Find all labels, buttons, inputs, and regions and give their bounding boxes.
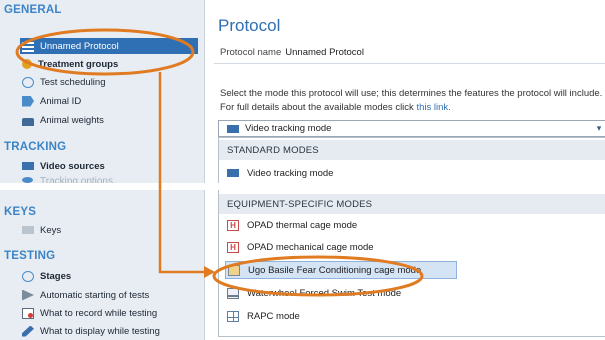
sidebar-item-label: Video sources xyxy=(40,160,105,172)
waterwheel-icon xyxy=(227,287,239,299)
option-rapc[interactable]: RAPC mode xyxy=(227,307,300,325)
protocol-name-label: Protocol name xyxy=(220,47,282,58)
chevron-down-icon[interactable]: ▾ xyxy=(593,122,605,135)
mode-dropdown-list: STANDARD MODES Video tracking mode EQUIP… xyxy=(218,137,605,337)
rapc-icon xyxy=(227,310,239,322)
option-label: OPAD thermal cage mode xyxy=(247,219,358,231)
section-testing: TESTING xyxy=(4,250,56,262)
option-opad-mechanical[interactable]: H OPAD mechanical cage mode xyxy=(227,238,374,256)
mode-select[interactable]: Video tracking mode ▾ xyxy=(218,120,605,137)
list-icon xyxy=(22,40,34,52)
sidebar-item-animal-id[interactable]: Animal ID xyxy=(22,93,198,109)
sidebar-item-keys[interactable]: Keys xyxy=(22,222,198,238)
fear-conditioning-cage-icon xyxy=(228,264,240,276)
section-general: GENERAL xyxy=(4,4,62,16)
sidebar-item-label: What to record while testing xyxy=(40,307,158,319)
video-icon xyxy=(227,124,239,133)
sidebar: GENERAL Unnamed Protocol Treatment group… xyxy=(0,0,205,340)
option-waterwheel[interactable]: Waterwheel Forced Swim Test mode xyxy=(227,284,401,302)
section-tracking: TRACKING xyxy=(4,141,67,153)
option-label: Video tracking mode xyxy=(247,167,334,179)
mode-description: Select the mode this protocol will use; … xyxy=(220,87,605,115)
sidebar-item-label: Automatic starting of tests xyxy=(40,289,150,301)
section-keys: KEYS xyxy=(4,206,37,218)
sidebar-item-treatment-groups[interactable]: Treatment groups xyxy=(22,56,198,72)
video-icon xyxy=(22,162,34,170)
option-ugo-basile[interactable]: Ugo Basile Fear Conditioning cage mode xyxy=(225,261,457,279)
description-text: For full details about the available mod… xyxy=(220,102,414,113)
protocol-name-row: Protocol name xyxy=(214,42,605,64)
page-title: Protocol xyxy=(218,16,281,35)
group-header-equipment: EQUIPMENT-SPECIFIC MODES xyxy=(219,194,605,214)
tag-icon xyxy=(22,95,34,107)
mode-select-value: Video tracking mode xyxy=(245,123,332,134)
description-line-1: Select the mode this protocol will use; … xyxy=(220,88,603,99)
sidebar-item-label: Treatment groups xyxy=(38,58,119,70)
sidebar-item-unnamed-protocol[interactable]: Unnamed Protocol xyxy=(20,38,198,54)
sidebar-item-video-sources[interactable]: Video sources xyxy=(22,158,198,174)
sidebar-item-what-to-record[interactable]: What to record while testing xyxy=(22,305,198,321)
sidebar-item-label: Keys xyxy=(40,224,62,236)
main-panel: Protocol Protocol name Select the mode t… xyxy=(206,0,605,340)
clock-icon xyxy=(22,76,34,88)
sidebar-item-label: Animal weights xyxy=(40,114,104,126)
sidebar-item-label: Animal ID xyxy=(40,95,82,107)
scale-icon xyxy=(22,117,34,126)
sidebar-item-label: Stages xyxy=(40,270,72,282)
sidebar-item-label: Unnamed Protocol xyxy=(40,40,119,52)
play-icon xyxy=(22,289,34,301)
option-opad-thermal[interactable]: H OPAD thermal cage mode xyxy=(227,216,357,234)
modes-help-link[interactable]: this link. xyxy=(416,102,450,113)
option-video-tracking[interactable]: Video tracking mode xyxy=(227,164,333,182)
option-label: Ugo Basile Fear Conditioning cage mode xyxy=(248,264,422,276)
option-label: Waterwheel Forced Swim Test mode xyxy=(247,287,402,299)
sidebar-item-animal-weights[interactable]: Animal weights xyxy=(22,112,198,128)
group-header-standard: STANDARD MODES xyxy=(219,140,605,160)
stages-icon xyxy=(22,270,34,282)
sidebar-item-test-scheduling[interactable]: Test scheduling xyxy=(22,74,198,90)
image-cut-strip xyxy=(0,183,605,190)
option-label: RAPC mode xyxy=(247,310,300,322)
pen-icon xyxy=(22,325,34,337)
opad-thermal-icon: H xyxy=(227,219,239,231)
sidebar-item-automatic-starting[interactable]: Automatic starting of tests xyxy=(22,287,198,303)
sidebar-item-label: Test scheduling xyxy=(40,76,106,88)
keyboard-icon xyxy=(22,226,34,234)
protocol-name-input[interactable] xyxy=(285,47,486,58)
record-icon xyxy=(22,307,34,319)
video-icon xyxy=(227,169,239,177)
sidebar-item-stages[interactable]: Stages xyxy=(22,268,198,284)
group-icon xyxy=(22,59,32,69)
sidebar-item-tracking-options-partial[interactable]: Tracking options xyxy=(40,176,150,183)
opad-mechanical-icon: H xyxy=(227,241,239,253)
sidebar-item-what-to-display[interactable]: What to display while testing xyxy=(22,323,198,339)
description-line-2: For full details about the available mod… xyxy=(220,101,605,115)
sidebar-item-label: What to display while testing xyxy=(40,325,160,337)
option-label: OPAD mechanical cage mode xyxy=(247,241,374,253)
